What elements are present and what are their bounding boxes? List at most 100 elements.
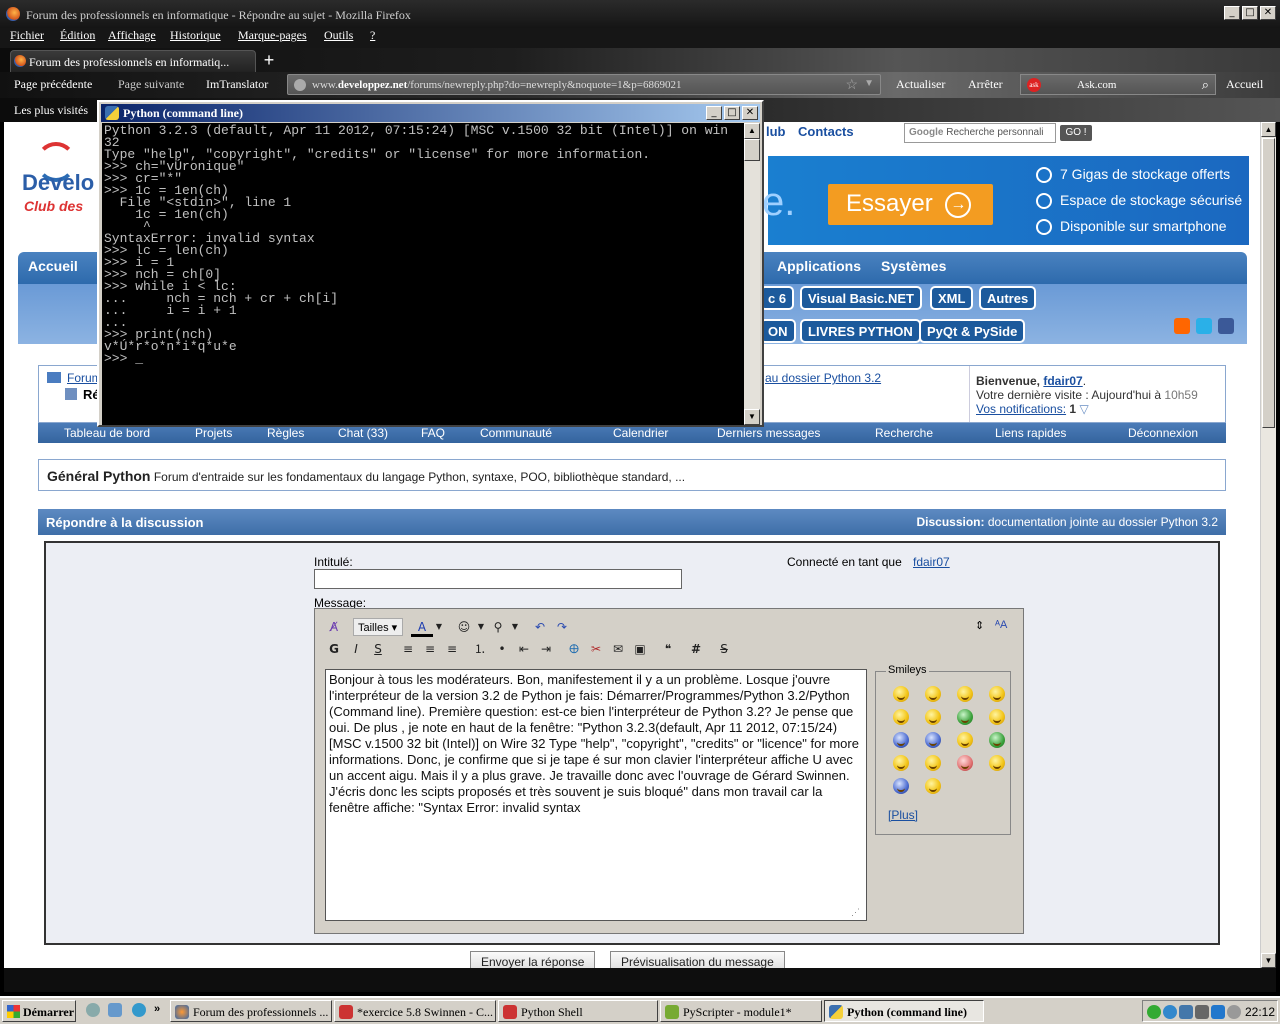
- tray-volume-icon[interactable]: [1227, 1005, 1241, 1019]
- title-input[interactable]: [314, 569, 682, 589]
- menu-affichage[interactable]: Affichage: [108, 28, 156, 43]
- page-scroll-thumb[interactable]: [1262, 138, 1275, 428]
- smiley-confused-icon[interactable]: [925, 732, 941, 748]
- bookmark-star-icon[interactable]: ☆: [845, 77, 858, 94]
- tray-flag-icon[interactable]: [1211, 1005, 1225, 1019]
- ie-icon[interactable]: [132, 1003, 146, 1017]
- indent-icon[interactable]: ⇥: [535, 639, 557, 659]
- smiley-blush-icon[interactable]: [957, 755, 973, 771]
- console-scrollbar[interactable]: ▲ ▼: [744, 123, 760, 425]
- task-python-shell[interactable]: Python Shell: [498, 1000, 658, 1022]
- scroll-up-icon[interactable]: ▲: [1261, 122, 1276, 137]
- message-textarea[interactable]: Bonjour à tous les modérateurs. Bon, man…: [325, 669, 867, 921]
- console-scroll-down-icon[interactable]: ▼: [744, 409, 760, 425]
- imtranslator-button[interactable]: ImTranslator: [206, 77, 268, 92]
- redo-icon[interactable]: ↷: [551, 617, 573, 637]
- menu-calendrier[interactable]: Calendrier: [613, 426, 668, 440]
- ad-banner[interactable]: e. Essayer → 7 Gigas de stockage offerts…: [762, 156, 1249, 245]
- url-dropdown-icon[interactable]: ▼: [864, 78, 874, 89]
- italic-button[interactable]: I: [345, 639, 367, 659]
- menu-edition[interactable]: Édition: [60, 28, 95, 43]
- python-console-output[interactable]: Python 3.2.3 (default, Apr 11 2012, 07:1…: [102, 123, 744, 425]
- switch-mode-icon[interactable]: ᴬA: [995, 619, 1007, 631]
- outdent-icon[interactable]: ⇤: [513, 639, 535, 659]
- maximize-button[interactable]: □: [1242, 6, 1258, 20]
- task-pyscripter[interactable]: PyScripter - module1*: [660, 1000, 822, 1022]
- notifications-link[interactable]: Vos notifications:: [976, 402, 1066, 416]
- chevron-down-icon[interactable]: ▼: [475, 617, 487, 637]
- tray-network-icon[interactable]: [1163, 1005, 1177, 1019]
- site-identity-icon[interactable]: [294, 79, 306, 91]
- nav-accueil[interactable]: Accueil: [28, 258, 78, 274]
- menu-fichier[interactable]: Fichier: [10, 28, 44, 43]
- smiley-laugh-icon[interactable]: [925, 755, 941, 771]
- stop-button[interactable]: Arrêter: [968, 77, 1003, 92]
- refresh-button[interactable]: Actualiser: [896, 77, 945, 92]
- smiley-tongue-icon[interactable]: [989, 755, 1005, 771]
- pill-vbnet[interactable]: Visual Basic.NET: [800, 286, 922, 310]
- smiley-teeth-icon[interactable]: [989, 732, 1005, 748]
- task-exercice[interactable]: *exercice 5.8 Swinnen - C...: [334, 1000, 496, 1022]
- console-scroll-up-icon[interactable]: ▲: [744, 123, 760, 139]
- smiley-lol-icon[interactable]: [925, 778, 941, 794]
- menu-communaute[interactable]: Communauté: [480, 426, 552, 440]
- smiley-smile-icon[interactable]: [957, 686, 973, 702]
- preview-button[interactable]: Prévisualisation du message: [610, 951, 785, 968]
- python-console-titlebar[interactable]: Python (command line) _ □ ✕: [101, 104, 760, 122]
- hash-icon[interactable]: #: [685, 639, 707, 659]
- underline-button[interactable]: S: [367, 639, 389, 659]
- menu-historique[interactable]: Historique: [170, 28, 221, 43]
- quicklaunch-more-icon[interactable]: »: [154, 1003, 160, 1015]
- attachment-icon[interactable]: ⚲: [487, 617, 509, 637]
- undo-icon[interactable]: ↶: [529, 617, 551, 637]
- menu-projets[interactable]: Projets: [195, 426, 232, 440]
- menu-chat[interactable]: Chat (33): [338, 426, 388, 440]
- ask-icon[interactable]: ask: [1027, 78, 1041, 92]
- forward-button[interactable]: Page suivante: [118, 77, 184, 92]
- chevron-down-icon[interactable]: ▽: [1079, 402, 1088, 416]
- facebook-icon[interactable]: [1218, 318, 1234, 334]
- essayer-button[interactable]: Essayer →: [828, 184, 993, 225]
- toplink-contacts[interactable]: Contacts: [798, 124, 854, 139]
- chevron-down-icon[interactable]: ▼: [433, 617, 445, 637]
- menu-recherche[interactable]: Recherche: [875, 426, 933, 440]
- bold-button[interactable]: G: [323, 639, 345, 659]
- smiley-happy-icon[interactable]: [989, 709, 1005, 725]
- menu-help[interactable]: ?: [370, 28, 375, 43]
- home-button[interactable]: Accueil: [1226, 77, 1263, 92]
- minimize-button[interactable]: _: [1224, 6, 1240, 20]
- pill-autres[interactable]: Autres: [979, 286, 1037, 310]
- menu-faq[interactable]: FAQ: [421, 426, 445, 440]
- smiley-thumbsup-icon[interactable]: [893, 778, 909, 794]
- console-scroll-thumb[interactable]: [744, 139, 760, 161]
- menu-outils[interactable]: Outils: [324, 28, 353, 43]
- breadcrumb-thread-link[interactable]: au dossier Python 3.2: [765, 371, 881, 385]
- site-logo[interactable]: Develo Club des: [22, 142, 102, 222]
- pill-pyqt[interactable]: PyQt & PySide: [919, 319, 1026, 343]
- align-right-icon[interactable]: ≡: [441, 639, 463, 659]
- more-smileys-link[interactable]: [Plus]: [888, 808, 918, 822]
- close-button[interactable]: ✕: [1260, 6, 1276, 20]
- pill-on[interactable]: ON: [760, 319, 796, 343]
- scroll-down-icon[interactable]: ▼: [1261, 953, 1276, 968]
- console-maximize-button[interactable]: □: [724, 106, 740, 120]
- strike-icon[interactable]: S: [713, 639, 735, 659]
- nav-systemes[interactable]: Systèmes: [881, 258, 946, 274]
- tab-forum[interactable]: Forum des professionnels en informatiq..…: [10, 50, 256, 72]
- pill-livres-python[interactable]: LIVRES PYTHON: [800, 319, 921, 343]
- menu-tableau-de-bord[interactable]: Tableau de bord: [64, 426, 150, 440]
- smiley-dance-icon[interactable]: [893, 755, 909, 771]
- menu-derniers-messages[interactable]: Derniers messages: [717, 426, 820, 440]
- smiley-wink-icon[interactable]: [925, 686, 941, 702]
- menu-liens-rapides[interactable]: Liens rapides: [995, 426, 1066, 440]
- quote-icon[interactable]: ❝: [657, 639, 679, 659]
- unordered-list-icon[interactable]: •: [491, 639, 513, 659]
- remove-format-icon[interactable]: A̸: [323, 617, 345, 637]
- smiley-roll-icon[interactable]: [893, 709, 909, 725]
- unlink-icon[interactable]: ✂: [585, 639, 607, 659]
- chevron-down-icon[interactable]: ▼: [509, 617, 521, 637]
- quicklaunch-2-icon[interactable]: [108, 1003, 122, 1017]
- bookmark-most-visited[interactable]: Les plus visités: [14, 103, 88, 118]
- console-minimize-button[interactable]: _: [706, 106, 722, 120]
- pill-xml[interactable]: XML: [930, 286, 974, 310]
